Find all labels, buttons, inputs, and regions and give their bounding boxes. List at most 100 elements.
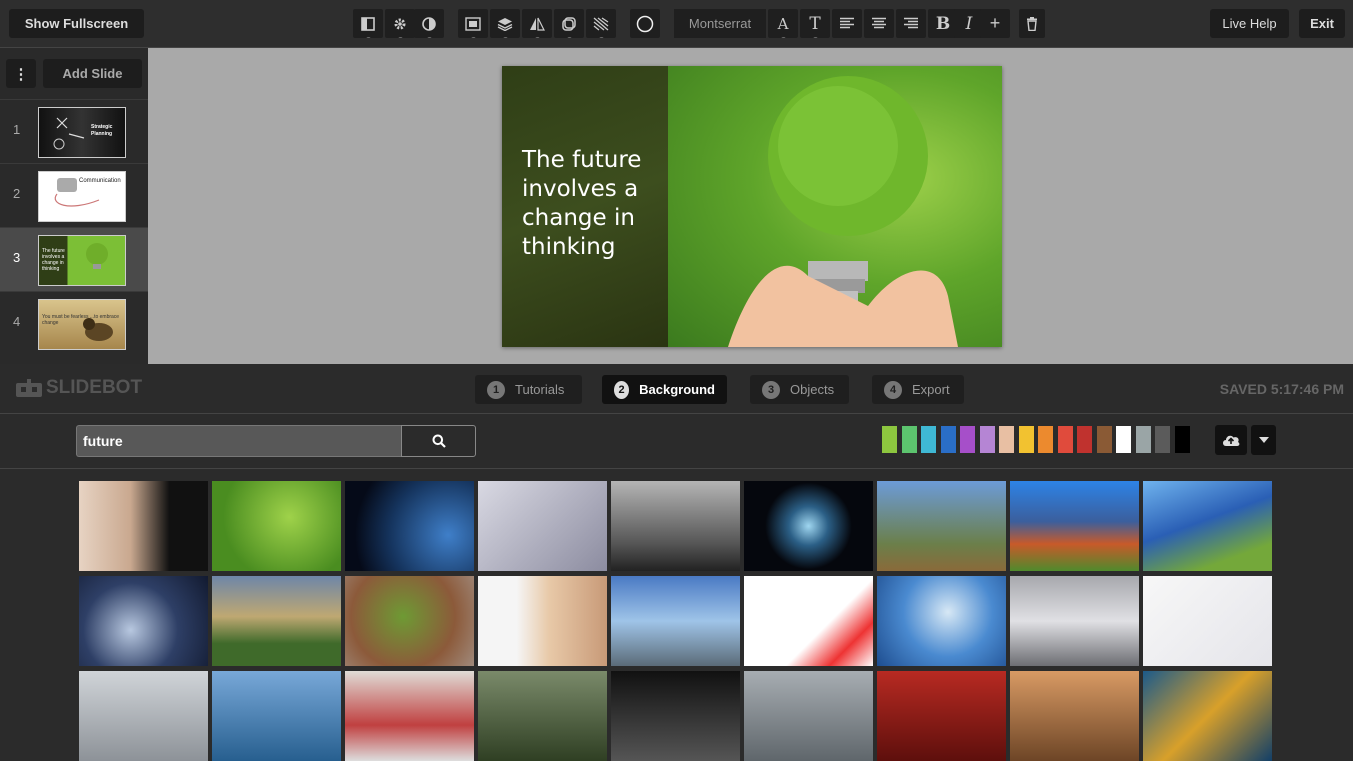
tab-export[interactable]: 4 Export (872, 375, 964, 404)
add-element-button[interactable]: + (980, 9, 1010, 38)
thumb-text: You must be fearless ...to embrace chang… (42, 314, 120, 326)
color-swatch[interactable] (1155, 426, 1170, 453)
slide-heading[interactable]: The future involves a change in thinking (522, 146, 672, 262)
background-image-glowing-orb[interactable] (744, 481, 873, 571)
background-image-pregnant-belly[interactable] (79, 481, 208, 571)
background-image-solar-house[interactable] (1010, 481, 1139, 571)
background-image-horned-bull[interactable] (1010, 671, 1139, 761)
logo-text: SLIDEBOT (46, 377, 143, 398)
saved-status: SAVED 5:17:46 PM (1219, 381, 1344, 397)
gear-icon[interactable] (385, 9, 415, 40)
slide-item-3[interactable]: 3 The future involves a change in thinki… (0, 227, 148, 291)
background-image-misty-trees[interactable] (744, 671, 873, 761)
align-right-icon[interactable] (896, 9, 926, 38)
background-image-concept-car[interactable] (1010, 576, 1139, 666)
align-center-icon[interactable] (864, 9, 894, 38)
color-swatch[interactable] (1096, 426, 1112, 453)
background-image-futuristic-chair[interactable] (478, 481, 607, 571)
background-image-solar-panels-field[interactable] (1143, 481, 1272, 571)
background-image-sea-boats[interactable] (212, 671, 341, 761)
add-slide-button[interactable]: Add Slide (43, 59, 142, 88)
color-swatch[interactable] (999, 426, 1014, 453)
background-image-green-lightbulb[interactable] (212, 481, 341, 571)
color-swatch[interactable] (940, 426, 956, 453)
slide-number: 4 (13, 314, 21, 329)
tab-tutorials[interactable]: 1 Tutorials (475, 375, 582, 404)
more-dropdown-button[interactable] (1251, 425, 1276, 455)
color-swatch[interactable] (1057, 426, 1073, 453)
chevron-down-icon (1258, 437, 1269, 443)
color-swatch[interactable] (1077, 426, 1092, 453)
thumb-text: Strategic Planning (91, 124, 113, 137)
exit-button[interactable]: Exit (1299, 9, 1345, 38)
upload-button[interactable] (1215, 425, 1247, 455)
search-button[interactable] (401, 425, 476, 457)
color-swatch[interactable] (1135, 426, 1151, 453)
tab-number: 1 (487, 380, 505, 399)
circle-shape-icon[interactable] (630, 9, 660, 38)
color-swatch[interactable] (901, 426, 917, 453)
flip-icon[interactable] (522, 9, 552, 40)
slide-item-1[interactable]: 1 Strategic Planning (0, 99, 148, 163)
background-search-bar (0, 415, 1353, 469)
rounded-corners-icon[interactable] (554, 9, 584, 40)
background-image-red-sports-car[interactable] (877, 671, 1006, 761)
color-swatch[interactable] (1018, 426, 1034, 453)
background-image-risk-diagram[interactable] (744, 576, 873, 666)
color-swatch[interactable] (979, 426, 995, 453)
layout-icon[interactable] (353, 9, 383, 40)
color-swatch[interactable] (1116, 426, 1131, 453)
color-swatch[interactable] (921, 426, 936, 453)
thumb-text: The future involves a change in thinking (42, 248, 65, 272)
text-size-icon[interactable]: T (800, 9, 830, 40)
color-swatch[interactable] (1038, 426, 1053, 453)
font-selector[interactable]: Montserrat (674, 9, 766, 38)
background-image-crystal-ball[interactable] (877, 576, 1006, 666)
image-frame-icon[interactable] (458, 9, 488, 40)
slide-menu-button[interactable]: ⋮ (6, 59, 36, 88)
tab-label: Background (639, 382, 715, 397)
live-help-button[interactable]: Live Help (1210, 9, 1289, 38)
background-image-earth-space[interactable] (345, 481, 474, 571)
slide-item-4[interactable]: 4 You must be fearless ...to embrace cha… (0, 291, 148, 355)
step-bar: SLIDEBOT 1 Tutorials 2 Background 3 Obje… (0, 364, 1353, 414)
contrast-icon[interactable] (414, 9, 444, 40)
tab-background[interactable]: 2 Background (602, 375, 727, 404)
editor-canvas: The future involves a change in thinking (148, 48, 1353, 364)
background-image-forest-path[interactable] (478, 671, 607, 761)
background-image-wind-turbines[interactable] (212, 576, 341, 666)
color-swatch[interactable] (1174, 426, 1190, 453)
tab-label: Export (912, 382, 950, 397)
tab-label: Objects (790, 382, 835, 397)
slide-thumbnail: You must be fearless ...to embrace chang… (38, 299, 126, 350)
layers-icon[interactable] (490, 9, 520, 40)
background-image-coral-fish[interactable] (1143, 671, 1272, 761)
background-image-city-skyline[interactable] (611, 481, 740, 571)
search-input[interactable] (76, 425, 402, 457)
color-swatch[interactable] (882, 426, 897, 453)
background-image-red-hands-wall[interactable] (345, 671, 474, 761)
show-fullscreen-button[interactable]: Show Fullscreen (9, 9, 144, 38)
font-style-icon[interactable]: A (768, 9, 798, 40)
tab-number: 3 (762, 380, 780, 399)
text-size-label: T (809, 13, 821, 34)
color-swatch[interactable] (960, 426, 975, 453)
background-image-glass-dome[interactable] (877, 481, 1006, 571)
thumb-text: Communication (79, 178, 121, 184)
tab-objects[interactable]: 3 Objects (750, 375, 849, 404)
background-image-industrial[interactable] (79, 671, 208, 761)
background-image-tree-dome[interactable] (345, 576, 474, 666)
current-slide[interactable]: The future involves a change in thinking (502, 66, 1002, 347)
pattern-icon[interactable] (586, 9, 616, 40)
background-image-man-drawing[interactable] (478, 576, 607, 666)
tab-label: Tutorials (515, 382, 565, 397)
slide-number: 2 (13, 186, 21, 201)
background-image-supertrees[interactable] (611, 576, 740, 666)
background-image-dark-text-sign[interactable] (611, 671, 740, 761)
slide-item-2[interactable]: 2 Communication (0, 163, 148, 227)
align-left-icon[interactable] (832, 9, 862, 38)
background-image-vision-compass[interactable] (79, 576, 208, 666)
background-image-whiteboard-diagram[interactable] (1143, 576, 1272, 666)
trash-icon[interactable] (1019, 9, 1045, 38)
tab-number: 2 (614, 380, 630, 399)
